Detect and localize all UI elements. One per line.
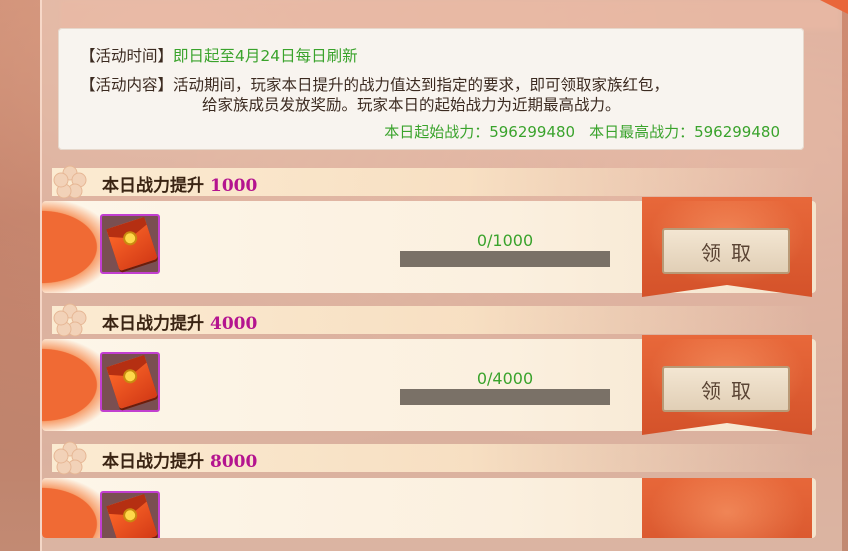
flower-icon: [53, 165, 87, 199]
claim-button[interactable]: 领取: [662, 366, 790, 412]
flower-icon: [53, 441, 87, 475]
red-envelope-icon: [106, 216, 158, 272]
flower-icon: [53, 303, 87, 337]
tier-target: 1000: [210, 176, 258, 196]
progress-text: 0/1000: [476, 231, 534, 250]
activity-content-label: 【活动内容】: [80, 76, 174, 94]
tier-header-2: 本日战力提升 4000: [52, 303, 812, 337]
ribbon-banner: [642, 478, 812, 538]
progress-bar: [400, 389, 610, 405]
start-power: 本日起始战力：596299480: [384, 123, 576, 141]
tier-title: 本日战力提升: [102, 452, 204, 472]
max-power: 本日最高战力：596299480: [589, 123, 780, 141]
activity-info-card: 【活动时间】即日起至4月24日每日刷新 【活动内容】活动期间，玩家本日提升的战力…: [58, 28, 804, 150]
reward-item-slot[interactable]: [100, 214, 160, 274]
reward-item-slot[interactable]: [100, 491, 160, 538]
claim-button[interactable]: 领取: [662, 228, 790, 274]
progress-bar: [400, 251, 610, 267]
reward-item-slot[interactable]: [100, 352, 160, 412]
tier-target: 4000: [210, 314, 258, 334]
activity-time-label: 【活动时间】: [80, 47, 174, 65]
activity-content-line1: 活动期间，玩家本日提升的战力值达到指定的要求，即可领取家族红包，: [173, 76, 670, 94]
tier-card-1: 0/1000 领取: [42, 197, 816, 297]
activity-content-line2: 给家族成员发放奖励。玩家本日的起始战力为近期最高战力。: [202, 96, 621, 114]
tier-title: 本日战力提升: [102, 314, 204, 334]
tier-card-3: [42, 478, 816, 538]
progress-text: 0/4000: [476, 369, 534, 388]
red-envelope-icon: [106, 493, 158, 538]
tier-target: 8000: [210, 452, 258, 472]
tier-header-3: 本日战力提升 8000: [52, 441, 812, 475]
tier-title: 本日战力提升: [102, 176, 204, 196]
power-summary: 本日起始战力：596299480 本日最高战力：596299480: [384, 122, 780, 142]
tier-header-1: 本日战力提升 1000: [52, 165, 812, 199]
red-envelope-icon: [106, 354, 158, 410]
tier-card-2: 0/4000 领取: [42, 335, 816, 435]
activity-time-value: 即日起至4月24日每日刷新: [173, 47, 358, 65]
